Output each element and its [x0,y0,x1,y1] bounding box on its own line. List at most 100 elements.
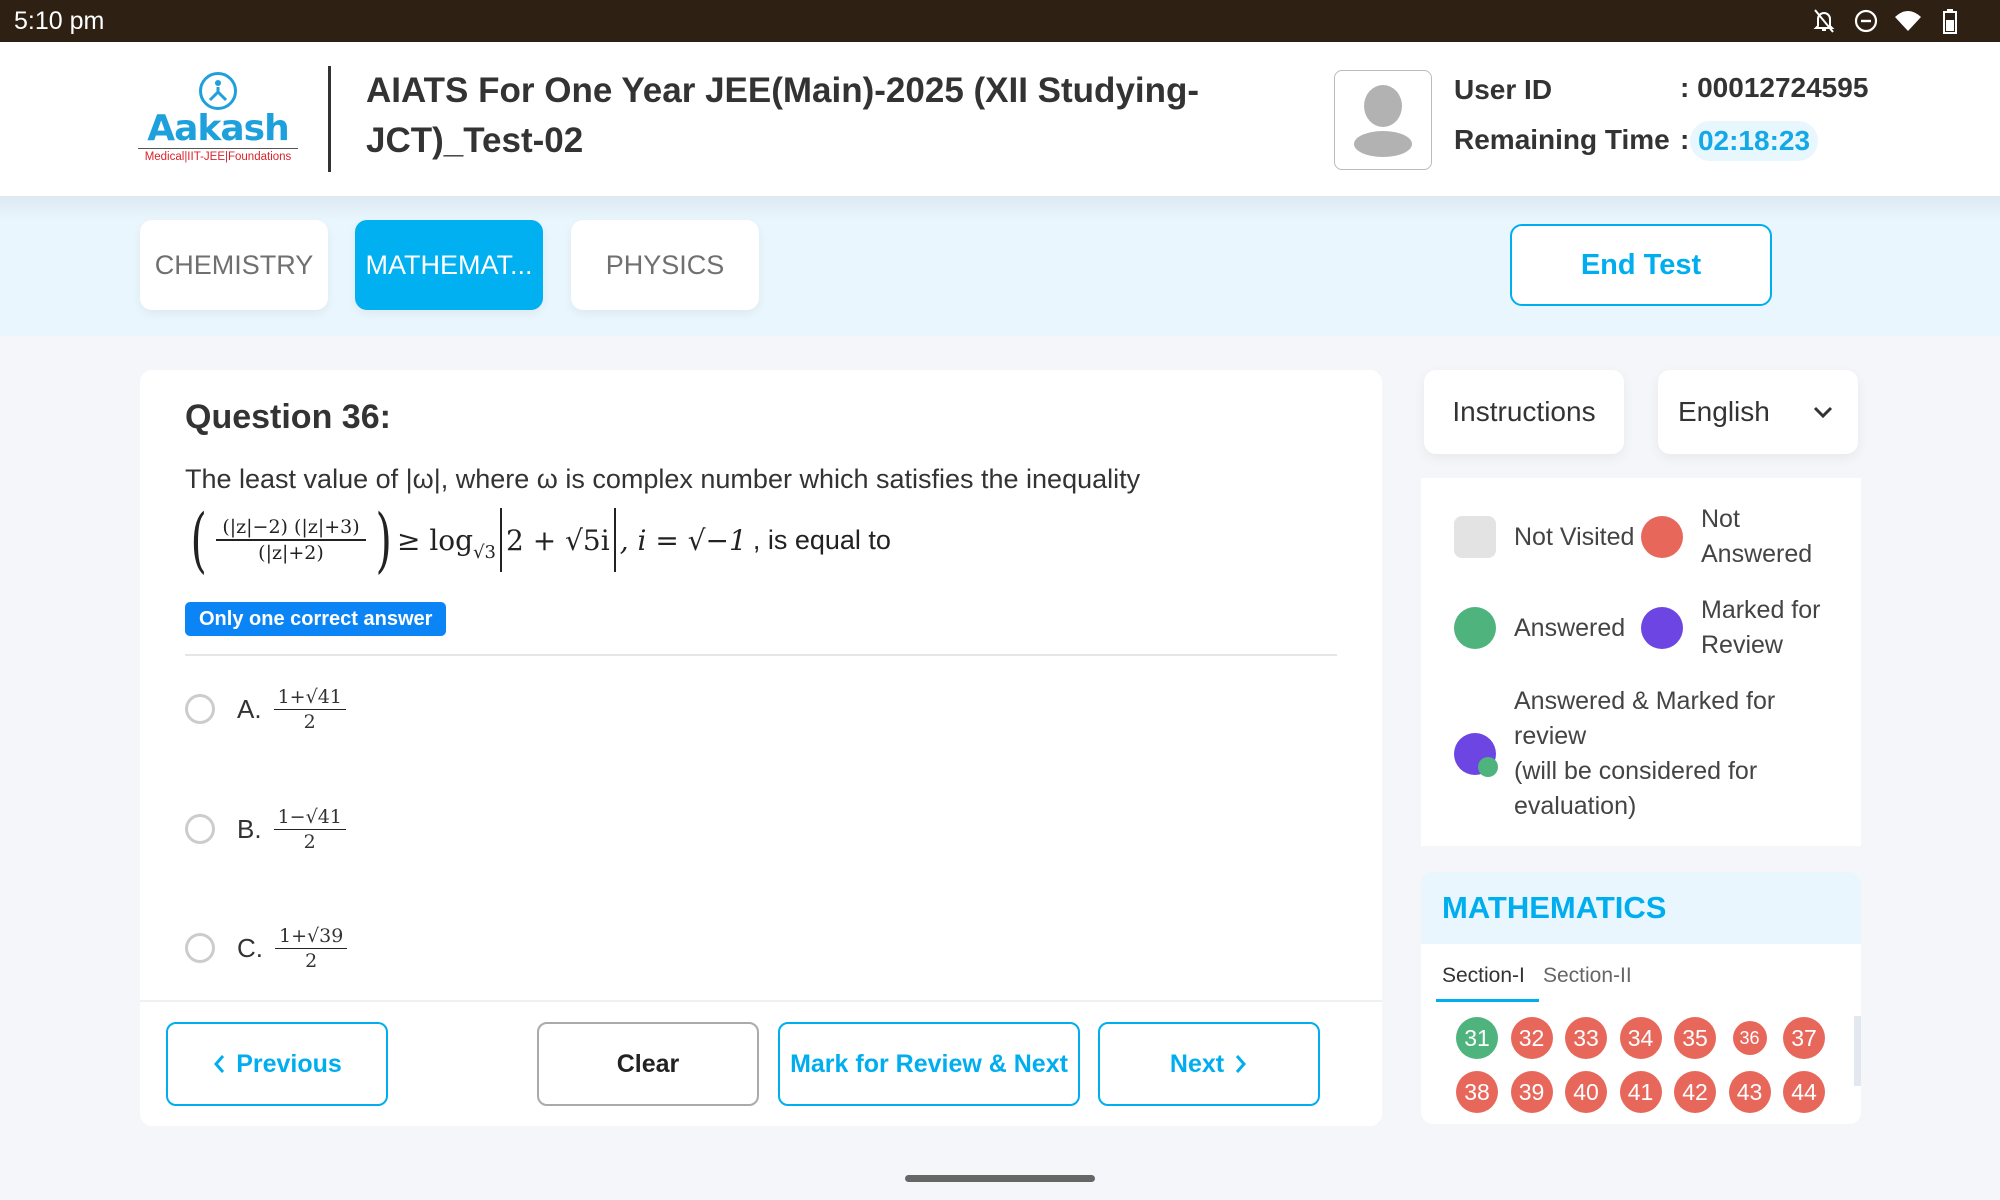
question-bubble-44[interactable]: 44 [1783,1071,1825,1113]
question-bubble-32[interactable]: 32 [1510,1017,1553,1059]
question-divider [185,654,1337,656]
do-not-disturb-icon [1852,6,1880,36]
chevron-down-icon [1813,406,1833,419]
formula-tail: , is equal to [752,524,891,555]
next-label: Next [1169,1049,1225,1078]
answered-marked-badge-icon [1478,757,1498,777]
marked-swatch [1641,607,1683,649]
avatar [1334,70,1432,170]
formula-condition: , i = √−1 [619,523,747,557]
option-a-radio[interactable] [185,694,215,724]
question-bubble-34[interactable]: 34 [1619,1017,1662,1059]
option-b[interactable]: B. 1−√41 2 [185,794,346,864]
wifi-icon [1894,6,1922,36]
user-id-value: : 00012724595 [1680,72,1869,103]
formula-abs-content: 2 + √5i [506,523,610,557]
abs-bar-left [500,508,502,572]
option-a[interactable]: A. 1+√41 2 [185,674,346,744]
legend-not-answered: Not Answered [1641,502,1841,572]
option-c-numerator: 1+√39 [275,924,348,949]
question-bubble-41[interactable]: 41 [1619,1071,1662,1113]
formula-log-base: √3 [473,541,496,563]
language-value: English [1678,396,1770,427]
home-indicator[interactable] [905,1175,1095,1182]
chevron-right-icon [1235,1055,1247,1073]
abs-bar-right [613,508,616,572]
close-paren: ) [375,499,392,581]
tab-chemistry[interactable]: CHEMISTRY [140,220,328,310]
option-c-letter: C. [237,932,263,963]
question-bubble-40[interactable]: 40 [1565,1071,1607,1113]
instructions-button[interactable]: Instructions [1424,370,1624,454]
test-title: AIATS For One Year JEE(Main)-2025 (XII S… [366,71,1200,160]
option-b-letter: B. [237,813,262,844]
next-button[interactable]: Next [1098,1022,1320,1106]
remaining-time-separator: : [1680,124,1690,155]
language-select[interactable]: English [1658,370,1858,454]
notifications-off-icon [1810,6,1838,36]
option-c-value: 1+√39 2 [275,924,348,973]
legend-not-visited: Not Visited [1454,516,1639,558]
answered-marked-swatch [1454,733,1498,777]
option-b-radio[interactable] [185,814,215,844]
option-a-letter: A. [237,693,262,724]
chevron-left-icon [214,1055,225,1073]
formula-relation: ≥ log [396,523,474,557]
remaining-time-value: 02:18:23 [1690,121,1818,161]
section-tab-indicator [1436,999,1539,1002]
not-visited-swatch [1454,516,1496,558]
question-bubble-38[interactable]: 38 [1456,1071,1498,1113]
tab-mathematics[interactable]: MATHEMAT... [355,220,543,310]
question-bubble-39[interactable]: 39 [1510,1071,1553,1113]
palette-scrollbar[interactable] [1854,1016,1861,1086]
option-c-radio[interactable] [185,933,215,963]
legend-not-answered-label: Not Answered [1701,505,1813,568]
question-palette: MATHEMATICS Section-I Section-II 31 32 33 3… [1421,872,1861,1124]
question-bubble-33[interactable]: 33 [1565,1017,1607,1059]
user-id-label: User ID [1454,74,1553,105]
section-tab-1[interactable]: Section-I [1442,964,1525,988]
section-tab-2[interactable]: Section-II [1543,964,1632,988]
logo-mark-icon [199,72,237,110]
clear-button[interactable]: Clear [537,1022,759,1106]
legend-answered-marked: Answered & Marked for review (will be co… [1454,684,1834,824]
question-card: Question 36: The least value of |ω|, whe… [140,370,1382,1126]
tab-physics[interactable]: PHYSICS [571,220,759,310]
open-paren: ( [190,499,207,581]
formula-fraction: (|z|−2) (|z|+3) (|z|+2) [216,515,366,565]
status-bar: 5:10 pm [0,0,2000,42]
question-bubble-31[interactable]: 31 [1456,1017,1498,1059]
subject-tab-bar: CHEMISTRY MATHEMAT... PHYSICS End Test [0,196,2000,336]
question-bubble-37[interactable]: 37 [1783,1017,1825,1059]
not-answered-swatch [1641,516,1683,558]
question-bubble-42[interactable]: 42 [1674,1071,1716,1113]
question-bubble-43[interactable]: 43 [1728,1071,1771,1113]
previous-label: Previous [236,1049,342,1078]
mark-for-review-next-button[interactable]: Mark for Review & Next [778,1022,1080,1106]
question-footer: Previous Clear Mark for Review & Next Ne… [140,1000,1382,1126]
palette-subject-title: MATHEMATICS [1421,872,1861,944]
option-b-value: 1−√41 2 [273,805,346,854]
option-a-denominator: 2 [303,710,316,733]
legend-marked-for-review: Marked for Review [1641,593,1841,663]
status-time: 5:10 pm [14,7,105,35]
legend-answered-marked-label: Answered & Marked for review (will be co… [1514,687,1776,820]
avatar-body-icon [1354,131,1412,157]
question-text: The least value of |ω|, where ω is compl… [185,464,1141,494]
header: Aakash Medical|IIT-JEE|Foundations AIATS… [0,42,2000,196]
option-a-value: 1+√41 2 [273,685,346,734]
end-test-button[interactable]: End Test [1510,224,1772,306]
option-c-denominator: 2 [305,949,318,972]
header-divider [328,66,331,172]
question-bubble-35[interactable]: 35 [1674,1017,1716,1059]
option-c[interactable]: C. 1+√39 2 [185,913,348,983]
question-title: Question 36: [185,398,391,436]
option-b-denominator: 2 [303,830,316,853]
status-legend: Not Visited Not Answered Answered Marked… [1421,478,1861,846]
battery-icon [1936,6,1964,36]
question-bubble-36[interactable]: 36 [1732,1021,1767,1055]
avatar-head-icon [1364,85,1402,127]
remaining-time-label: Remaining Time [1454,124,1670,155]
formula-denominator: (|z|+2) [258,542,324,564]
previous-button[interactable]: Previous [166,1022,388,1106]
